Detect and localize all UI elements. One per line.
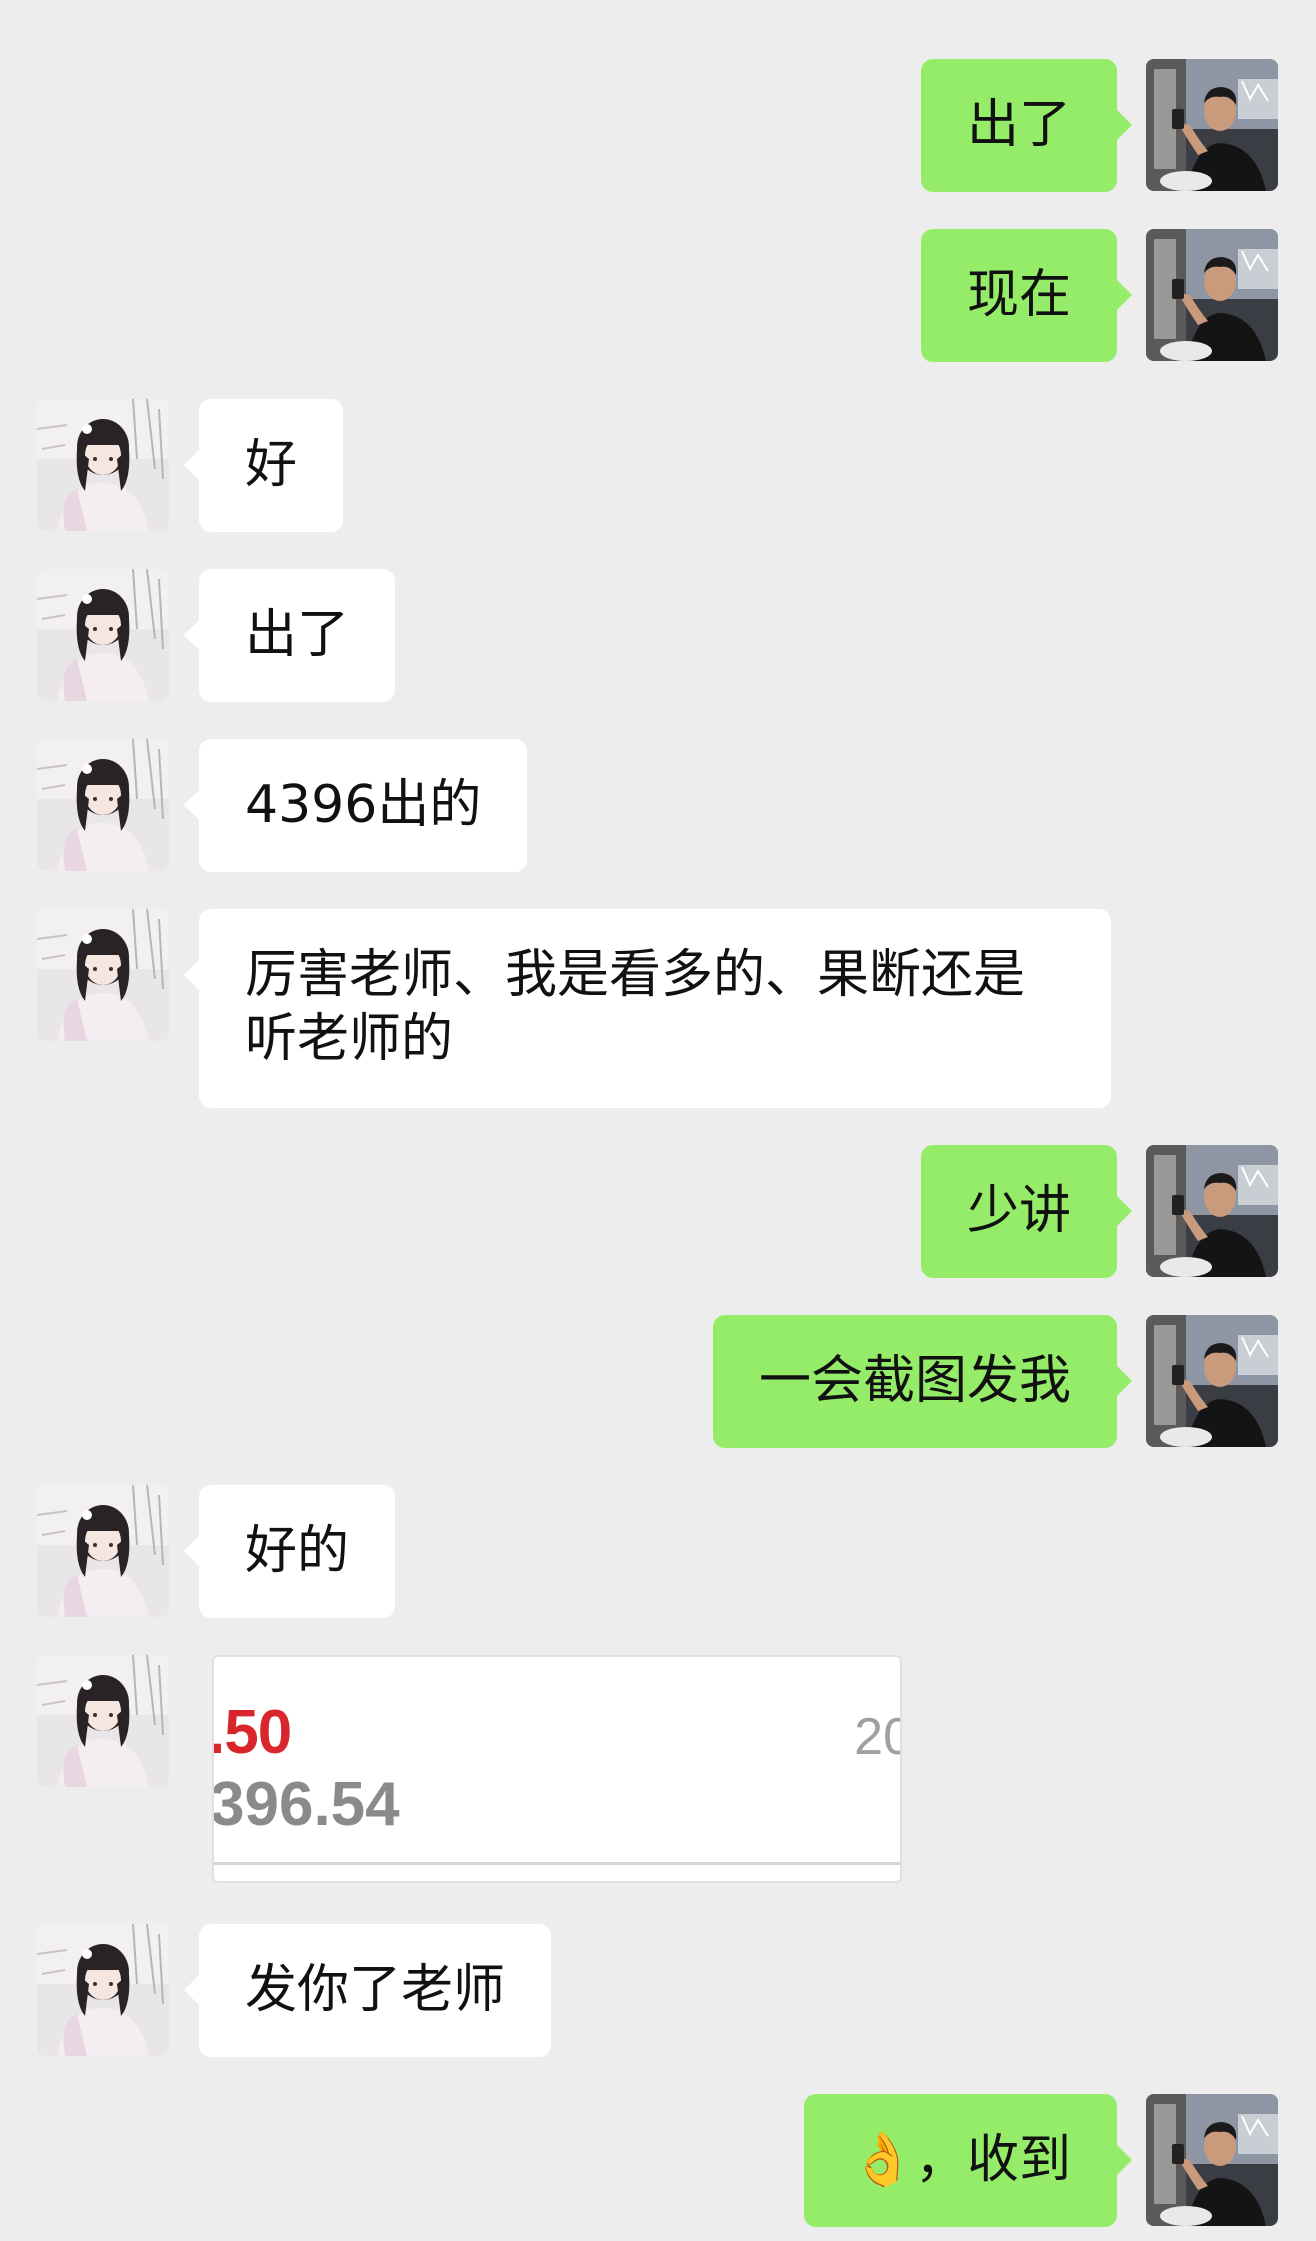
girl-avatar[interactable] bbox=[37, 1655, 169, 1787]
girl-avatar[interactable] bbox=[37, 399, 169, 531]
girl-avatar[interactable] bbox=[37, 569, 169, 701]
message-bubble-incoming[interactable]: 好的 bbox=[183, 1485, 396, 1618]
man-avatar[interactable] bbox=[1146, 2094, 1278, 2226]
message-bubble-outgoing[interactable]: 出了 bbox=[920, 59, 1133, 192]
image-value-text: 396.54 bbox=[212, 1770, 400, 1839]
girl-avatar[interactable] bbox=[37, 909, 169, 1041]
man-avatar[interactable] bbox=[1146, 1145, 1278, 1277]
image-message[interactable]: .50 396.54 20 bbox=[212, 1655, 902, 1883]
image-price-text: .50 bbox=[212, 1698, 292, 1767]
message-bubble-incoming[interactable]: 发你了老师 bbox=[183, 1924, 552, 2057]
girl-avatar[interactable] bbox=[37, 1924, 169, 2056]
girl-avatar[interactable] bbox=[37, 739, 169, 871]
message-bubble-outgoing[interactable]: 现在 bbox=[920, 229, 1133, 362]
message-bubble-outgoing[interactable]: 一会截图发我 bbox=[712, 1315, 1133, 1448]
message-text: ，收到 bbox=[914, 2130, 1071, 2190]
message-bubble-incoming[interactable]: 厉害老师、我是看多的、果断还是听老师的 bbox=[184, 909, 1111, 1108]
image-corner-text: 20 bbox=[854, 1708, 900, 1766]
message-bubble-outgoing[interactable]: 👌，收到 bbox=[804, 2094, 1132, 2227]
message-bubble-incoming[interactable]: 好 bbox=[183, 399, 344, 532]
message-bubble-incoming[interactable]: 4396出的 bbox=[183, 739, 528, 872]
ok-hand-icon: 👌 bbox=[850, 2130, 915, 2190]
man-avatar[interactable] bbox=[1146, 229, 1278, 361]
girl-avatar[interactable] bbox=[37, 1485, 169, 1617]
message-bubble-incoming[interactable]: 出了 bbox=[183, 569, 396, 702]
man-avatar[interactable] bbox=[1146, 1315, 1278, 1447]
image-divider bbox=[214, 1862, 900, 1865]
message-bubble-outgoing[interactable]: 少讲 bbox=[920, 1145, 1133, 1278]
man-avatar[interactable] bbox=[1146, 59, 1278, 191]
